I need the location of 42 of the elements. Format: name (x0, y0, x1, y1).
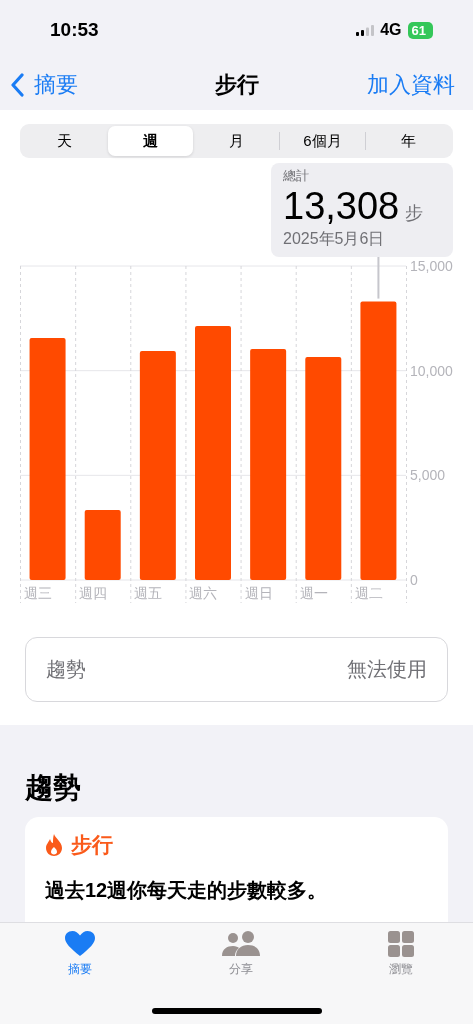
trend-label: 趨勢 (46, 657, 86, 682)
tab-bar-item[interactable]: 摘要 (50, 931, 110, 978)
trend-card[interactable]: 步行 過去12週你每天走的步數較多。 (25, 817, 448, 922)
step-total: 13,308 (283, 187, 400, 225)
x-axis-label: 週六 (189, 585, 218, 601)
trend-status: 無法使用 (347, 657, 427, 682)
add-data-link[interactable]: 加入資料 (367, 70, 455, 100)
section-heading: 趨勢 (25, 771, 82, 805)
range-tab[interactable]: 週 (108, 126, 193, 156)
x-axis-label: 週三 (24, 585, 52, 601)
bar (84, 510, 121, 580)
x-axis-label: 週一 (299, 585, 328, 601)
heart-icon (65, 931, 95, 957)
y-axis-label: 0 (410, 572, 418, 588)
chevron-left-icon (10, 73, 24, 97)
tooltip-label: 總計 (283, 167, 310, 185)
range-tab[interactable]: 天 (22, 126, 107, 156)
flame-icon (45, 834, 63, 856)
range-tab[interactable]: 6個月 (280, 126, 365, 156)
range-tab[interactable]: 年 (366, 126, 451, 156)
battery-indicator: 61 (407, 21, 433, 39)
y-axis-label: 10,000 (410, 362, 453, 379)
x-axis-label: 週五 (134, 585, 163, 601)
trend-row[interactable]: 趨勢 無法使用 (25, 637, 448, 702)
y-axis-label: 15,000 (410, 258, 453, 274)
x-axis-label: 週二 (354, 585, 383, 601)
signal-icon (356, 24, 375, 36)
x-axis-label: 週日 (244, 585, 273, 601)
x-axis-label: 週四 (79, 585, 108, 601)
status-time: 10:53 (50, 19, 99, 41)
range-tab[interactable]: 月 (194, 126, 279, 156)
y-axis-label: 5,000 (410, 467, 446, 484)
card-title: 步行 (71, 832, 113, 858)
leader-line (377, 257, 380, 300)
people-icon (221, 931, 260, 957)
grid-icon (388, 931, 414, 957)
step-unit: 步 (405, 204, 424, 222)
page-title: 步行 (213, 71, 260, 99)
back-link[interactable]: 摘要 (10, 70, 78, 100)
tooltip-date: 2025年5月6日 (283, 229, 386, 249)
trend-description: 過去12週你每天走的步數較多。 (45, 878, 329, 903)
network-label: 4G (380, 21, 402, 39)
